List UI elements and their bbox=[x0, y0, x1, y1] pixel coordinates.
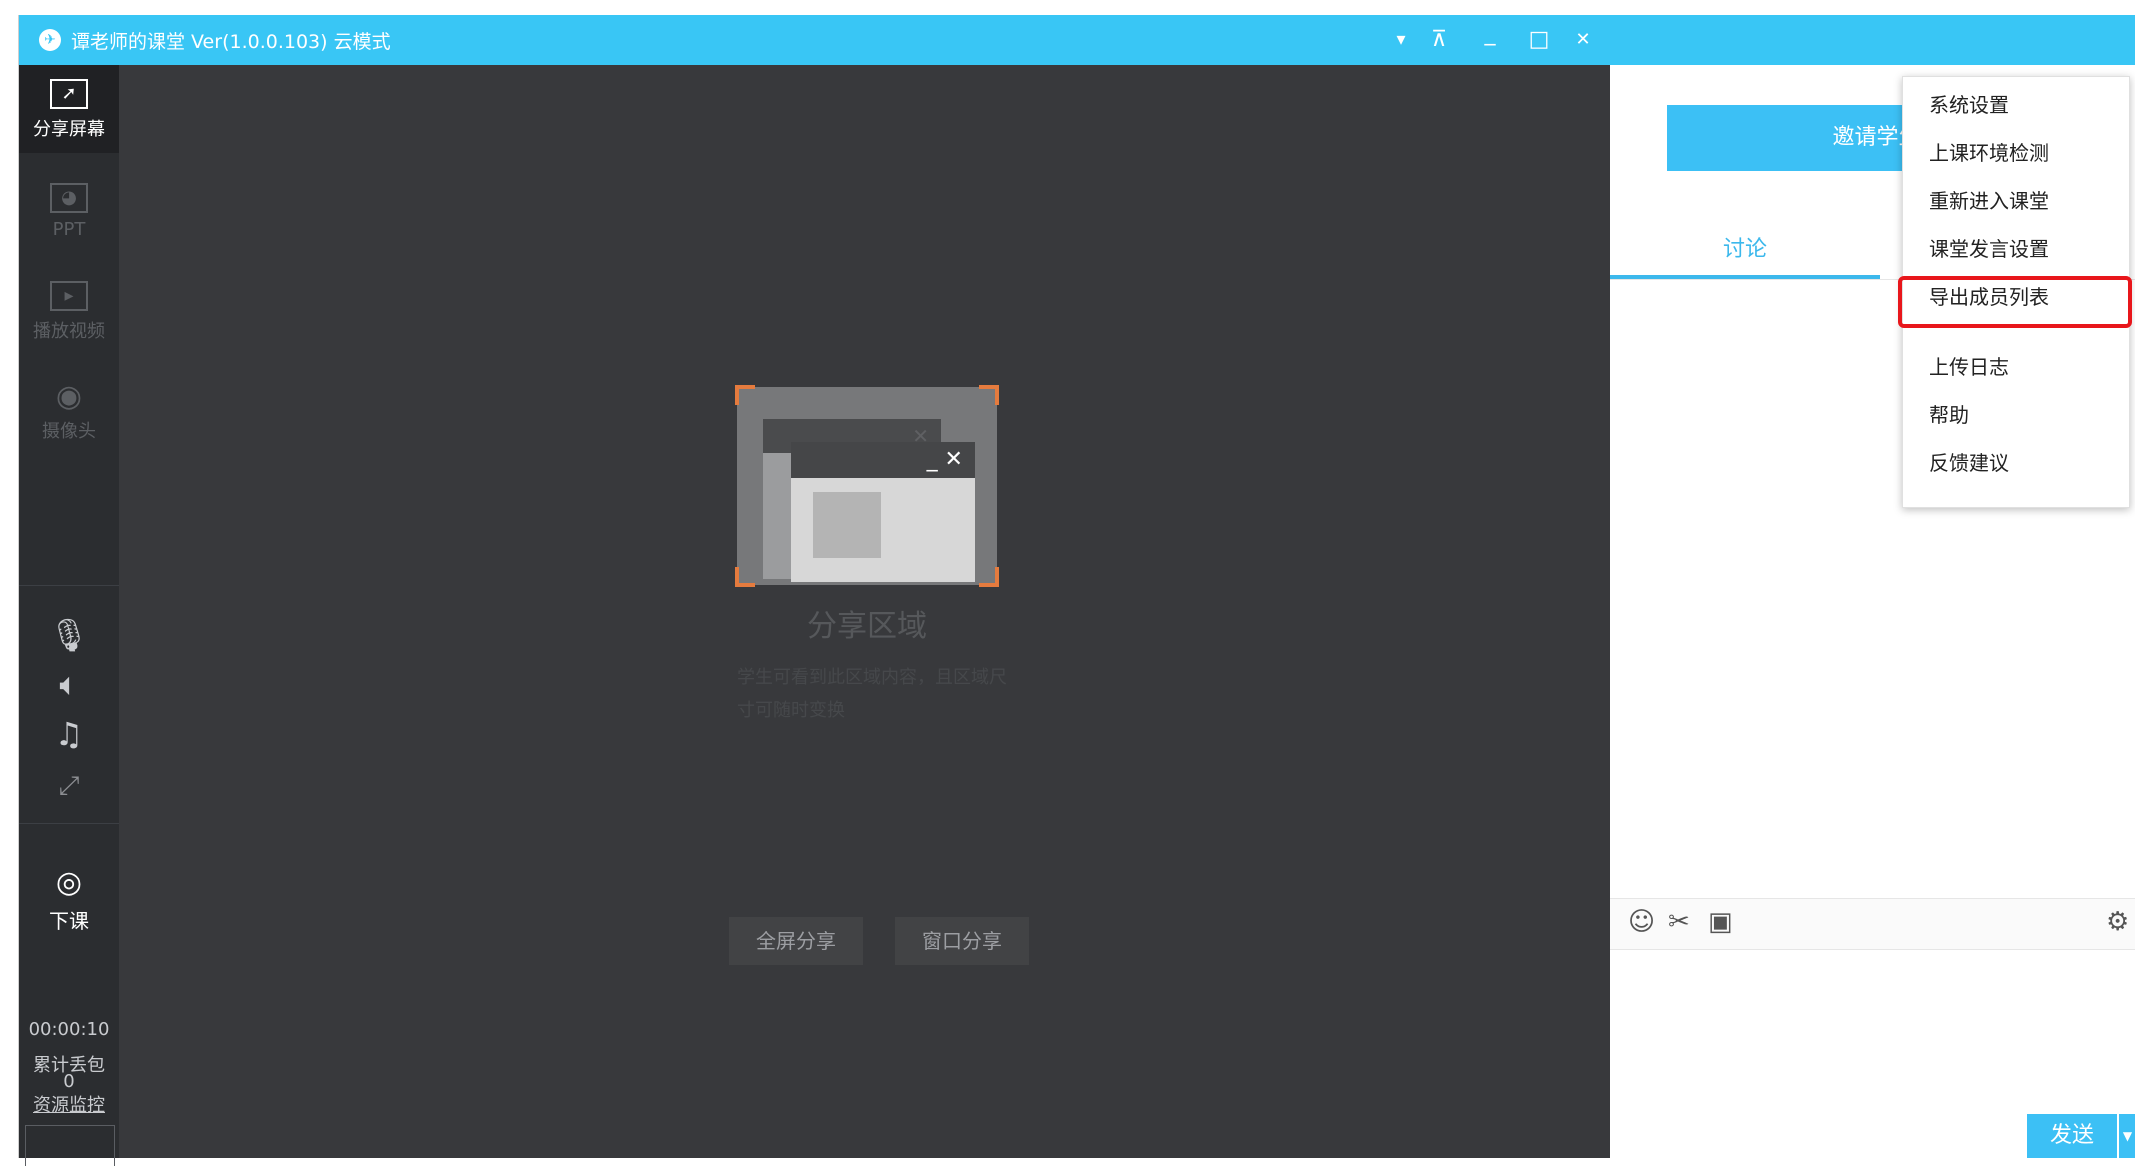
camera-label: 摄像头 bbox=[42, 421, 96, 442]
send-button[interactable]: 发送 bbox=[2027, 1114, 2117, 1158]
menu-item-environment-check[interactable]: 上课环境检测 bbox=[1903, 131, 2131, 175]
chat-toolbar: ☺ ✂ ▣ ⚙ bbox=[1610, 898, 2135, 950]
menu-item-upload-log[interactable]: 上传日志 bbox=[1903, 345, 2131, 389]
speaker-icon[interactable]: 🔈︎ bbox=[19, 665, 119, 704]
chat-input[interactable] bbox=[1610, 950, 2135, 1100]
dropdown-menu-button[interactable]: ▾ bbox=[1384, 23, 1418, 57]
class-timer: 00:00:10 bbox=[28, 1019, 110, 1040]
front-window-controls-icon: _ ✕ bbox=[791, 442, 975, 478]
highlight-box bbox=[1898, 276, 2132, 328]
play-video-button[interactable]: ▸ 播放视频 bbox=[19, 281, 119, 351]
close-button[interactable]: ✕ bbox=[1569, 23, 1597, 57]
window-title: 谭老师的课堂 Ver(1.0.0.103) 云模式 bbox=[71, 31, 391, 53]
share-screen-icon: ➚ bbox=[50, 79, 88, 109]
play-video-label: 播放视频 bbox=[33, 321, 105, 342]
share-stage: ✕ _ ✕ 分享区域 学生可看到此区域内容，且区域尺寸可随时变换 全屏分享 窗口… bbox=[119, 65, 1610, 1158]
left-toolbar: ➚ 分享屏幕 ◕ PPT ▸ 播放视频 ◉ 摄像头 🎙︎ 🔈︎ ♫ ⤢ ◎ 下课… bbox=[19, 65, 119, 1166]
ppt-icon: ◕ bbox=[50, 183, 88, 213]
settings-icon[interactable]: ⚙ bbox=[2106, 907, 2129, 937]
share-area-illustration: ✕ _ ✕ bbox=[735, 385, 999, 587]
share-screen-button[interactable]: ➚ 分享屏幕 bbox=[19, 65, 119, 153]
share-area-title: 分享区域 bbox=[807, 609, 927, 644]
menu-item-feedback[interactable]: 反馈建议 bbox=[1903, 441, 2131, 485]
ppt-button[interactable]: ◕ PPT bbox=[19, 183, 119, 253]
sidebar-divider bbox=[19, 585, 119, 586]
window-share-button[interactable]: 窗口分享 bbox=[895, 917, 1029, 965]
pin-icon[interactable]: ⊼ bbox=[1422, 23, 1456, 57]
corner-marker bbox=[979, 385, 999, 405]
maximize-button[interactable]: □ bbox=[1522, 23, 1556, 57]
emoji-icon[interactable]: ☺ bbox=[1628, 907, 1655, 937]
resource-monitor-thumbnail bbox=[25, 1125, 115, 1166]
menu-item-speech-settings[interactable]: 课堂发言设置 bbox=[1903, 227, 2131, 271]
music-icon[interactable]: ♫ bbox=[19, 715, 119, 753]
scissors-icon[interactable]: ✂ bbox=[1668, 907, 1690, 937]
menu-item-help[interactable]: 帮助 bbox=[1903, 393, 2131, 437]
end-class-button[interactable]: ◎ 下课 bbox=[19, 865, 119, 945]
packet-loss-value: 0 bbox=[63, 1071, 75, 1092]
title-bar: ✈ 谭老师的课堂 Ver(1.0.0.103) 云模式 ▾ ⊼ _ □ ✕ bbox=[19, 15, 2135, 65]
menu-item-reenter-class[interactable]: 重新进入课堂 bbox=[1903, 179, 2131, 223]
corner-marker bbox=[735, 567, 755, 587]
menu-item-system-settings[interactable]: 系统设置 bbox=[1903, 83, 2131, 127]
tab-discussion[interactable]: 讨论 bbox=[1610, 225, 1880, 275]
ppt-label: PPT bbox=[52, 219, 86, 240]
corner-marker bbox=[979, 567, 999, 587]
content-placeholder bbox=[813, 492, 881, 558]
camera-icon: ◉ bbox=[55, 379, 83, 414]
send-options-chevron-down-icon[interactable]: ▼ bbox=[2119, 1114, 2135, 1158]
front-window-graphic: _ ✕ bbox=[791, 442, 975, 582]
corner-marker bbox=[735, 385, 755, 405]
minimize-button[interactable]: _ bbox=[1473, 17, 1507, 51]
end-class-label: 下课 bbox=[49, 909, 89, 933]
resource-monitor-link[interactable]: 资源监控 bbox=[19, 1091, 119, 1117]
fullscreen-icon[interactable]: ⤢ bbox=[19, 771, 119, 802]
share-area-description: 学生可看到此区域内容，且区域尺寸可随时变换 bbox=[737, 667, 1007, 721]
image-icon[interactable]: ▣ bbox=[1708, 907, 1733, 937]
sidebar-divider bbox=[19, 823, 119, 824]
microphone-icon[interactable]: 🎙︎ bbox=[19, 616, 119, 654]
camera-button[interactable]: ◉ 摄像头 bbox=[19, 379, 119, 449]
play-video-icon: ▸ bbox=[50, 281, 88, 311]
classroom-logo-icon: ✈ bbox=[39, 29, 61, 51]
end-class-icon: ◎ bbox=[55, 865, 83, 900]
share-screen-label: 分享屏幕 bbox=[33, 119, 105, 140]
app-window: ✈ 谭老师的课堂 Ver(1.0.0.103) 云模式 ▾ ⊼ _ □ ✕ ➚ … bbox=[18, 15, 2135, 1166]
fullscreen-share-button[interactable]: 全屏分享 bbox=[729, 917, 863, 965]
